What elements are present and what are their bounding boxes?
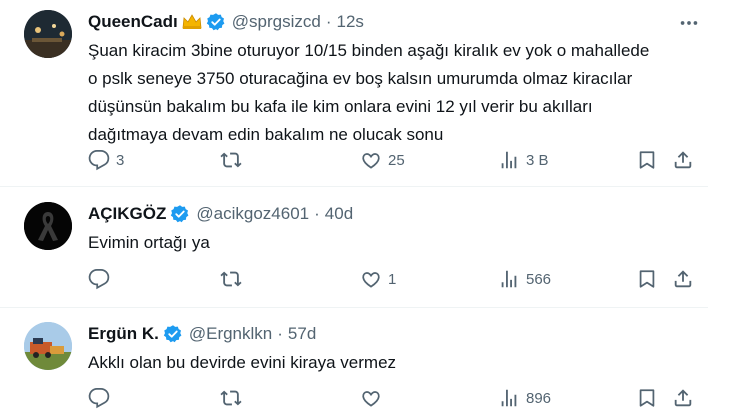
timestamp[interactable]: 12s — [336, 12, 363, 32]
bookmark-icon — [639, 270, 655, 288]
share-icon — [674, 389, 692, 407]
avatar[interactable] — [24, 322, 72, 370]
more-icon[interactable] — [678, 12, 700, 34]
share-button[interactable] — [672, 267, 694, 291]
views-icon — [501, 270, 517, 288]
reply-button[interactable]: 3 — [88, 148, 124, 172]
tweet-text-line: dağıtmaya devam edin bakalım ne olucak s… — [88, 125, 444, 144]
avatar-image — [24, 10, 72, 58]
avatar[interactable] — [24, 202, 72, 250]
retweet-icon — [220, 271, 242, 287]
separator-dot: · — [325, 12, 332, 31]
share-button[interactable] — [672, 386, 694, 410]
reply-button[interactable] — [88, 267, 116, 291]
retweet-icon — [220, 152, 242, 168]
author-name[interactable]: QueenCadı — [88, 12, 178, 32]
bookmark-button[interactable] — [636, 267, 658, 291]
verified-icon — [206, 13, 225, 31]
tweet-text: Akklı olan bu devirde evini kiraya verme… — [88, 349, 688, 377]
timestamp[interactable]: 40d — [325, 204, 353, 224]
verified-icon — [171, 205, 189, 223]
retweet-button[interactable] — [220, 386, 248, 410]
retweet-button[interactable] — [220, 267, 248, 291]
retweet-icon — [220, 390, 242, 406]
tweet[interactable]: AÇIKGÖZ @acikgoz4601 · 40d Evimin ortağı… — [0, 187, 730, 307]
like-button[interactable] — [360, 386, 388, 410]
avatar[interactable] — [24, 10, 72, 58]
views-button[interactable]: 566 — [498, 267, 551, 291]
share-button[interactable] — [672, 148, 694, 172]
author-handle[interactable]: @acikgoz4601 — [196, 204, 309, 224]
avatar-image — [24, 322, 72, 370]
tweet[interactable]: Ergün K. @Ergnklkn · 57d Akklı olan bu d… — [0, 308, 730, 420]
reply-icon — [88, 387, 110, 409]
author-handle[interactable]: @sprgsizcd — [232, 12, 321, 32]
action-bar: 896 — [84, 386, 704, 410]
author-handle[interactable]: @Ergnklkn — [189, 324, 272, 344]
like-icon — [362, 272, 380, 288]
tweet-text-line: Evimin ortağı ya — [88, 233, 210, 252]
tweet[interactable]: QueenCadı @sprgsizcd · 12s Şuan kiracim … — [0, 0, 730, 186]
tweet-text-line: Akklı olan bu devirde evini kiraya verme… — [88, 353, 397, 372]
retweet-button[interactable] — [220, 148, 248, 172]
like-icon — [362, 391, 380, 407]
tweet-text-line: düşünsün bakalım bu kafa ile kim onlara … — [88, 97, 593, 116]
reply-button[interactable] — [88, 386, 116, 410]
reply-icon — [88, 149, 110, 171]
bookmark-icon — [639, 389, 655, 407]
timestamp[interactable]: 57d — [288, 324, 316, 344]
action-bar: 1 566 — [84, 267, 704, 291]
bookmark-icon — [639, 151, 655, 169]
like-button[interactable]: 1 — [360, 267, 396, 291]
reply-count: 3 — [116, 151, 125, 169]
bookmark-button[interactable] — [636, 148, 658, 172]
separator-dot: · — [277, 324, 283, 343]
views-count: 3 B — [526, 151, 549, 169]
like-count: 1 — [388, 270, 397, 288]
mourning-ribbon-icon — [24, 202, 72, 250]
share-icon — [674, 270, 692, 288]
views-icon — [501, 389, 517, 407]
share-icon — [674, 151, 692, 169]
like-count: 25 — [388, 151, 405, 169]
tweet-text: Evimin ortağı ya — [88, 229, 688, 257]
views-icon — [501, 151, 517, 169]
action-bar: 3 25 3 B — [84, 148, 704, 172]
separator-dot: · — [314, 204, 320, 223]
reply-icon — [88, 268, 110, 290]
tweet-text-line: Şuan kiracim 3bine oturuyor 10/15 binden… — [88, 41, 650, 60]
bookmark-button[interactable] — [636, 386, 658, 410]
tweet-text-line: o pslk seneye 3750 oturacağina ev boş ka… — [88, 69, 633, 88]
author-name[interactable]: AÇIKGÖZ — [88, 204, 166, 224]
tweet-text: Şuan kiracim 3bine oturuyor 10/15 binden… — [88, 37, 688, 149]
like-button[interactable]: 25 — [360, 148, 405, 172]
views-count: 896 — [526, 389, 552, 407]
views-count: 566 — [526, 270, 552, 288]
author-name[interactable]: Ergün K. — [88, 324, 159, 344]
verified-icon — [163, 325, 182, 343]
like-icon — [362, 153, 380, 169]
crown-icon — [182, 14, 202, 29]
views-button[interactable]: 3 B — [498, 148, 549, 172]
views-button[interactable]: 896 — [498, 386, 551, 410]
